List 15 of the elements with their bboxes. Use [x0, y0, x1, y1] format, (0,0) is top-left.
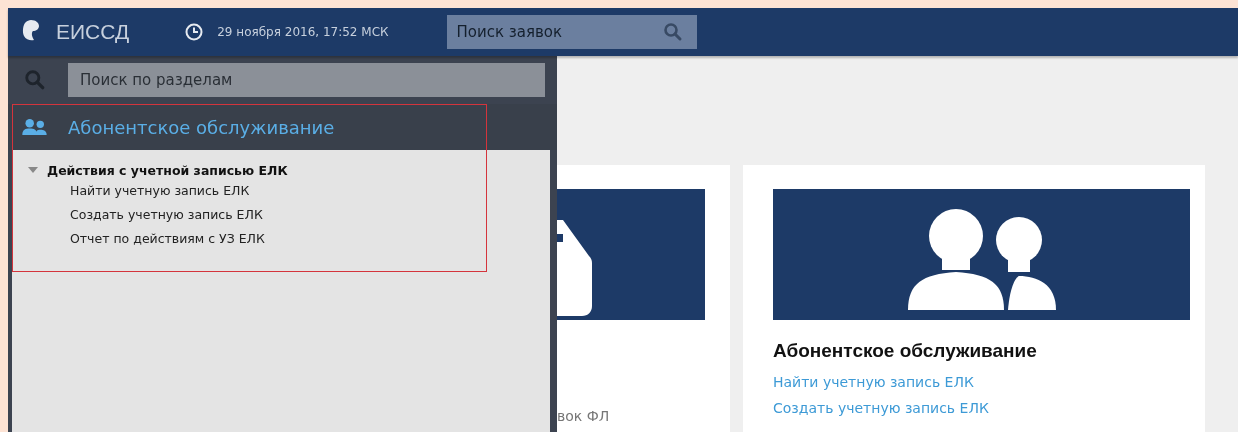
search-field[interactable]: Поиск заявок — [446, 15, 697, 49]
section-header[interactable]: Абонентское обслуживание — [8, 104, 557, 150]
users-icon — [22, 118, 48, 136]
clock-icon — [185, 23, 204, 41]
section-title: Абонентское обслуживание — [68, 116, 335, 138]
search-icon — [24, 69, 46, 91]
search-field[interactable]: Поиск по разделам — [68, 63, 545, 97]
card-title: Абонентское обслуживание — [773, 340, 1038, 362]
tree-item[interactable]: Действия с учетной записью ЕЛК — [12, 161, 550, 179]
menu-item[interactable]: Найти учетную запись ЕЛК — [12, 179, 550, 203]
date-time: 29 ноября 2016, 17:52 МСК — [217, 25, 389, 39]
search-icon — [662, 22, 683, 42]
app-name: ЕИССД — [56, 20, 130, 44]
menu-item[interactable]: Отчет по действиям с УЗ ЕЛК — [12, 227, 550, 251]
menu-item[interactable]: Создать учетную запись ЕЛК — [12, 203, 550, 227]
